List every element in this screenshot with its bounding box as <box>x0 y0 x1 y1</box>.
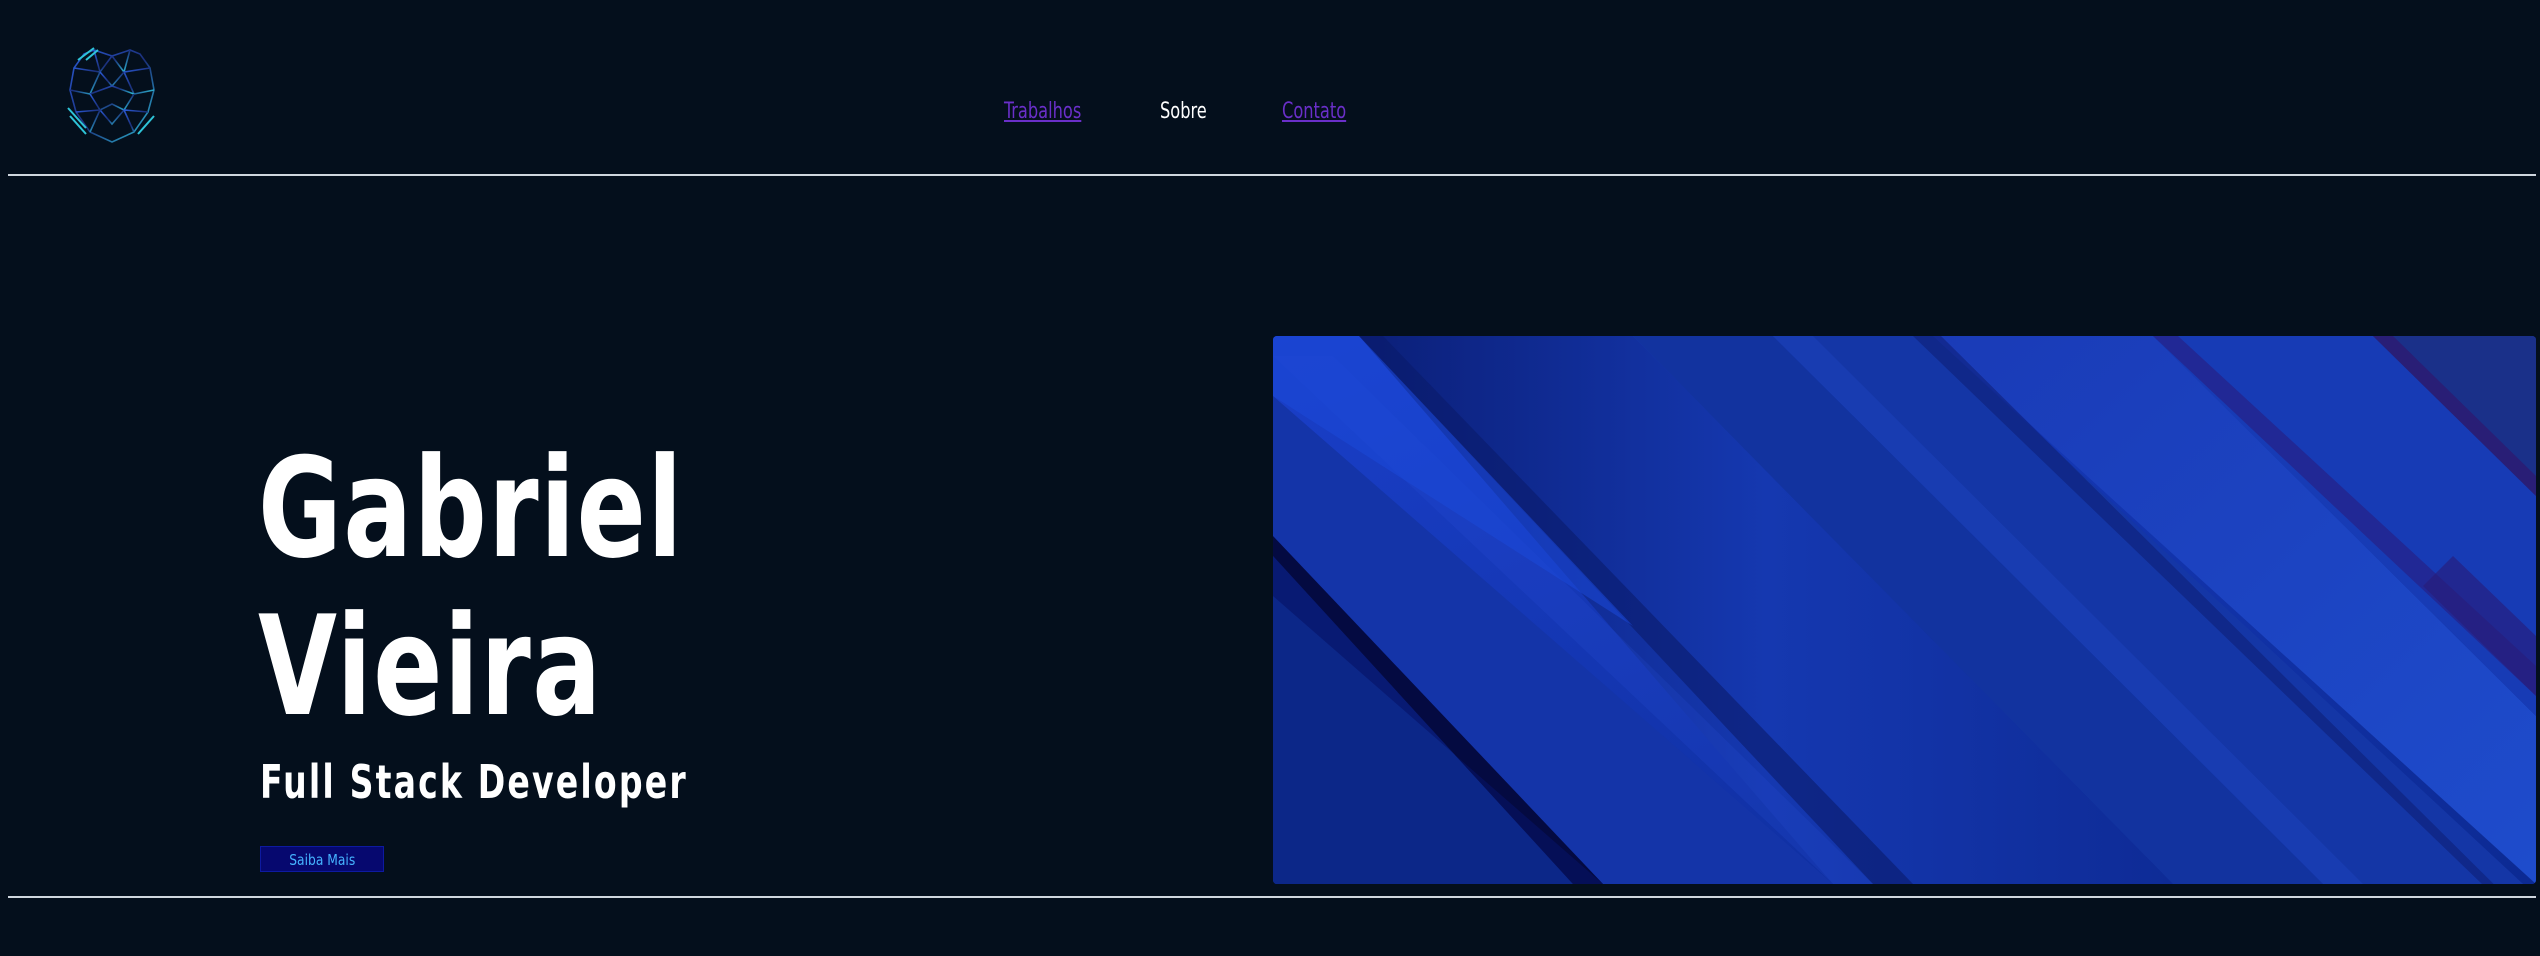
hero-name: Gabriel Vieira <box>258 430 684 746</box>
saiba-mais-button[interactable]: Saiba Mais <box>260 846 384 872</box>
nav-link-trabalhos[interactable]: Trabalhos <box>1004 96 1081 128</box>
section-divider <box>8 896 2536 898</box>
page: Trabalhos Sobre Contato Gabriel Vieira F… <box>0 0 2540 956</box>
hero-name-last: Vieira <box>258 586 603 747</box>
hero-name-first: Gabriel <box>258 428 684 589</box>
nav-link-sobre[interactable]: Sobre <box>1160 96 1207 128</box>
main-nav: Trabalhos Sobre Contato <box>0 96 2540 128</box>
header-divider <box>8 174 2536 176</box>
nav-link-contato[interactable]: Contato <box>1282 96 1346 128</box>
saiba-mais-label: Saiba Mais <box>288 851 355 869</box>
hero-subtitle: Full Stack Developer <box>260 755 688 809</box>
hero-image <box>1273 336 2536 884</box>
